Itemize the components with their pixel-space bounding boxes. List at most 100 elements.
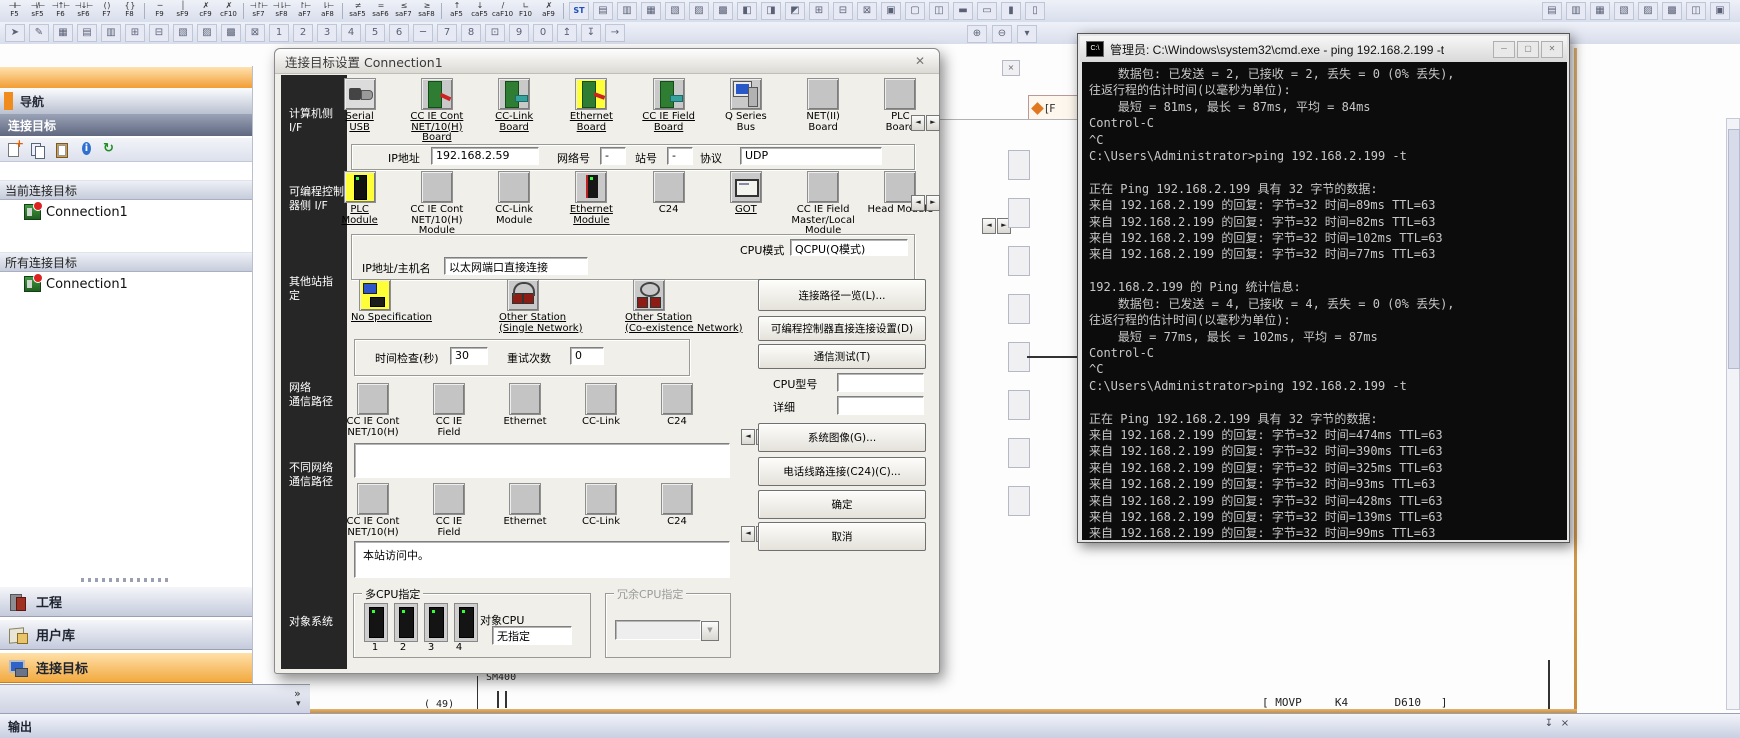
new-icon[interactable] (4, 140, 24, 160)
ladder-tool-sF7[interactable]: ⊣↾⊢sF7 (247, 1, 270, 21)
cpu-type-field[interactable] (837, 373, 924, 392)
ladder-tool-aF8[interactable]: ⇂⊢aF8 (316, 1, 339, 21)
device-option[interactable]: C24 (630, 171, 707, 237)
toolbar-icon[interactable]: ◩ (785, 2, 805, 20)
cpu-module-icon[interactable] (454, 603, 478, 642)
sidebar-item-library[interactable]: 用户库 (0, 619, 252, 650)
device-option[interactable]: CC IE Cont NET/10(H) Board (398, 78, 475, 144)
target-cpu-field[interactable]: 无指定 (492, 626, 572, 645)
toolbar-icon[interactable]: ▧ (665, 2, 685, 20)
device-option[interactable]: Serial USB (321, 78, 398, 144)
host-name-field[interactable]: 以太网端口直接连接 (444, 257, 588, 275)
device-option[interactable]: PLC Module (321, 171, 398, 237)
station-option[interactable]: No Specification (349, 279, 497, 339)
device-option[interactable]: Ethernet Module (553, 171, 630, 237)
toolbar-icon[interactable]: ─ (413, 24, 433, 42)
scroll-right-icon[interactable]: ► (926, 195, 940, 211)
toolbar-icon[interactable]: ▥ (1566, 2, 1586, 20)
toolbar-icon[interactable]: ⊞ (125, 24, 145, 42)
toolbar-icon[interactable]: 8 (461, 24, 481, 42)
maximize-icon[interactable]: ▢ (1517, 41, 1539, 58)
toolbar-icon[interactable]: ▬ (953, 2, 973, 20)
cpu-module-icon[interactable] (394, 603, 418, 642)
zoom-toolbar-icon[interactable]: ▾ (1017, 25, 1037, 43)
info-icon[interactable] (76, 140, 96, 160)
toolbar-icon[interactable]: ▨ (689, 2, 709, 20)
toolbar-icon[interactable]: ⊟ (833, 2, 853, 20)
ladder-tool-F9[interactable]: ─F9 (148, 1, 171, 21)
toolbar-icon[interactable]: ▤ (593, 2, 613, 20)
toolbar-icon[interactable]: ▤ (1542, 2, 1562, 20)
ladder-tool-aF9[interactable]: ✗aF9 (537, 1, 560, 21)
device-option[interactable]: CC IE Cont NET/10(H) Module (398, 171, 475, 237)
dropdown-arrow-icon[interactable]: ▼ (701, 621, 719, 641)
ladder-tool-F6[interactable]: ⊣↑⊢F6 (49, 1, 72, 21)
minimize-icon[interactable]: ─ (1493, 41, 1515, 58)
toolbar-icon[interactable]: → (605, 24, 625, 42)
toolbar-icon[interactable]: ▣ (1710, 2, 1730, 20)
ladder-tool-F8[interactable]: { }F8 (118, 1, 141, 21)
toolbar-icon[interactable]: ST (569, 2, 589, 20)
plc-strip-scroll-arrows[interactable]: ◄ ► (911, 195, 940, 211)
ladder-tool-cF10[interactable]: ✗cF10 (217, 1, 240, 21)
scrollbar-thumb[interactable] (1728, 129, 1740, 369)
sidebar-collapse-row[interactable]: » ▾ (0, 684, 310, 714)
toolbar-icon[interactable]: ▦ (53, 24, 73, 42)
toolbar-icon[interactable]: ▤ (77, 24, 97, 42)
editor-scroll-arrows[interactable]: ◄ ► (982, 218, 1011, 234)
toolbar-icon[interactable]: 5 (365, 24, 385, 42)
toolbar-icon[interactable]: ▨ (1638, 2, 1658, 20)
network-route-option[interactable]: C24 (639, 383, 715, 438)
toolbar-icon[interactable]: ➤ (5, 24, 25, 42)
cpu-mode-field[interactable]: QCPU(Q模式) (790, 239, 908, 256)
toolbar-icon[interactable]: 3 (317, 24, 337, 42)
network-route-option[interactable]: C24 (639, 483, 715, 538)
toolbar-icon[interactable]: ▣ (881, 2, 901, 20)
dialog-title-bar[interactable]: 连接目标设置 Connection1 (275, 49, 939, 74)
copy-icon[interactable] (28, 140, 48, 160)
toolbar-icon[interactable]: ▭ (977, 2, 997, 20)
scroll-left-icon[interactable]: ◄ (741, 429, 755, 445)
scroll-left-icon[interactable]: ◄ (911, 195, 925, 211)
toolbar-icon[interactable]: ▦ (641, 2, 661, 20)
toolbar-icon[interactable]: ↧ (581, 24, 601, 42)
device-option[interactable]: Q Series Bus (707, 78, 784, 144)
device-option[interactable]: NET(II) Board (785, 78, 862, 144)
connection-list-item[interactable]: Connection1 (0, 274, 252, 294)
network-route-option[interactable]: CC IE Field (411, 483, 487, 538)
ladder-tool-saF6[interactable]: =saF6 (369, 1, 392, 21)
zoom-toolbar-icon[interactable]: ⊕ (967, 25, 987, 43)
program-tab[interactable]: [F (1028, 95, 1078, 120)
sidebar-splitter[interactable] (0, 576, 252, 584)
editor-vertical-scrollbar[interactable] (1726, 118, 1740, 710)
local-access-listbox[interactable]: 本站访问中。 (354, 541, 730, 578)
toolbar-icon[interactable]: ▧ (173, 24, 193, 42)
toolbar-icon[interactable]: 2 (293, 24, 313, 42)
toolbar-icon[interactable]: ▮ (1001, 2, 1021, 20)
network-route-option[interactable]: CC-Link (563, 483, 639, 538)
toolbar-icon[interactable]: 6 (389, 24, 409, 42)
sidebar-item-project[interactable]: 工程 (0, 586, 252, 617)
toolbar-icon[interactable]: ⊠ (857, 2, 877, 20)
network-route-option[interactable]: Ethernet (487, 483, 563, 538)
network-no-field[interactable]: - (600, 147, 626, 165)
protocol-field[interactable]: UDP (740, 147, 882, 165)
toolbar-icon[interactable]: ◫ (929, 2, 949, 20)
toolbar-icon[interactable]: ▨ (197, 24, 217, 42)
toolbar-icon[interactable]: ▯ (1025, 2, 1045, 20)
device-option[interactable]: CC-Link Module (476, 171, 553, 237)
pin-icon[interactable]: ↧ (1542, 717, 1556, 731)
dialog-button[interactable]: 连接路径一览(L)... (758, 279, 926, 311)
ip-address-field[interactable]: 192.168.2.59 (431, 147, 539, 165)
scroll-left-icon[interactable]: ◄ (982, 218, 996, 234)
device-option[interactable]: CC-Link Board (476, 78, 553, 144)
redundant-cpu-dropdown[interactable] (615, 620, 701, 640)
toolbar-icon[interactable]: ◧ (737, 2, 757, 20)
network-route-listbox[interactable] (354, 443, 730, 478)
sidebar-item-connection[interactable]: 连接目标 (0, 652, 252, 683)
device-option[interactable]: Ethernet Board (553, 78, 630, 144)
ladder-tool-F5[interactable]: ⊣⊢F5 (3, 1, 26, 21)
ladder-tool-aF7[interactable]: ↾⊢aF7 (293, 1, 316, 21)
zoom-toolbar-icon[interactable]: ⊖ (992, 25, 1012, 43)
device-option[interactable]: GOT (707, 171, 784, 237)
